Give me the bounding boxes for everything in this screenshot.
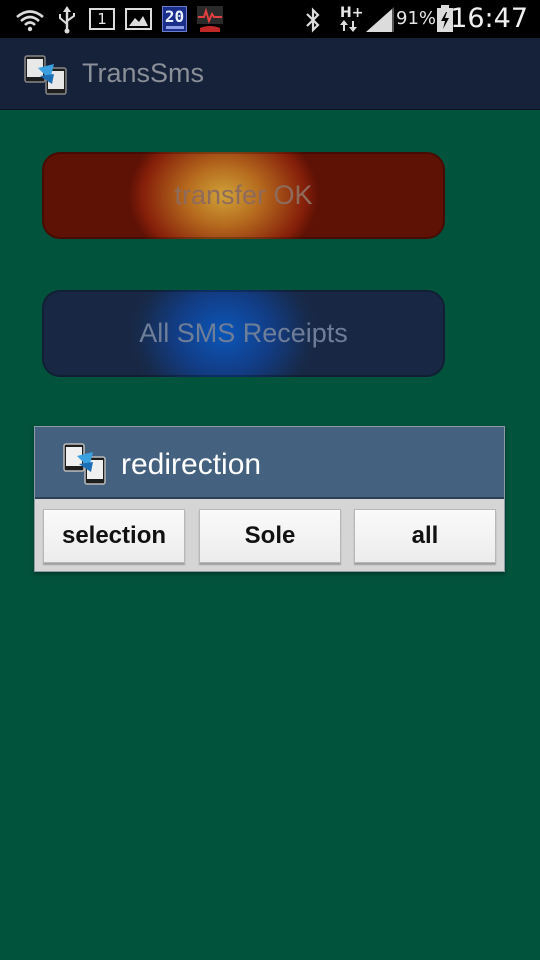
calendar-date-text: 20	[164, 7, 185, 26]
dialog-title: redirection	[121, 448, 262, 481]
app-title: TransSms	[82, 58, 205, 88]
transfer-ok-label: transfer OK	[174, 180, 313, 210]
calendar-icon: 20	[162, 6, 187, 32]
network-type-text: H+	[340, 5, 364, 21]
notification-count-text: 1	[97, 10, 107, 28]
sole-button-label: Sole	[244, 522, 296, 549]
selection-button[interactable]: selection	[43, 509, 185, 563]
gallery-icon	[125, 8, 152, 30]
all-sms-receipts-label: All SMS Receipts	[139, 318, 348, 348]
notification-count-icon: 1	[89, 8, 115, 30]
wifi-icon	[16, 10, 44, 32]
action-bar: TransSms	[0, 38, 540, 110]
app-logo-icon[interactable]	[24, 54, 70, 96]
all-sms-receipts-button[interactable]: All SMS Receipts	[42, 290, 445, 377]
battery-percent-text: 91%	[396, 8, 437, 29]
selection-button-label: selection	[61, 522, 167, 549]
transfer-ok-button[interactable]: transfer OK	[42, 152, 445, 239]
heart-monitor-icon	[197, 6, 223, 32]
sole-button[interactable]: Sole	[199, 509, 341, 563]
data-arrows-icon	[340, 20, 357, 32]
dialog-header: redirection	[35, 427, 504, 499]
status-bar: 1 20 H+ 91% 16:47	[0, 0, 540, 38]
usb-icon	[59, 6, 75, 34]
dialog-app-icon	[63, 443, 106, 485]
all-button-label: all	[411, 522, 439, 549]
all-button[interactable]: all	[354, 509, 496, 563]
signal-icon	[366, 7, 394, 32]
redirection-dialog: redirection selection Sole all	[34, 426, 505, 572]
status-time: 16:47	[450, 3, 528, 34]
bluetooth-icon	[306, 7, 320, 33]
